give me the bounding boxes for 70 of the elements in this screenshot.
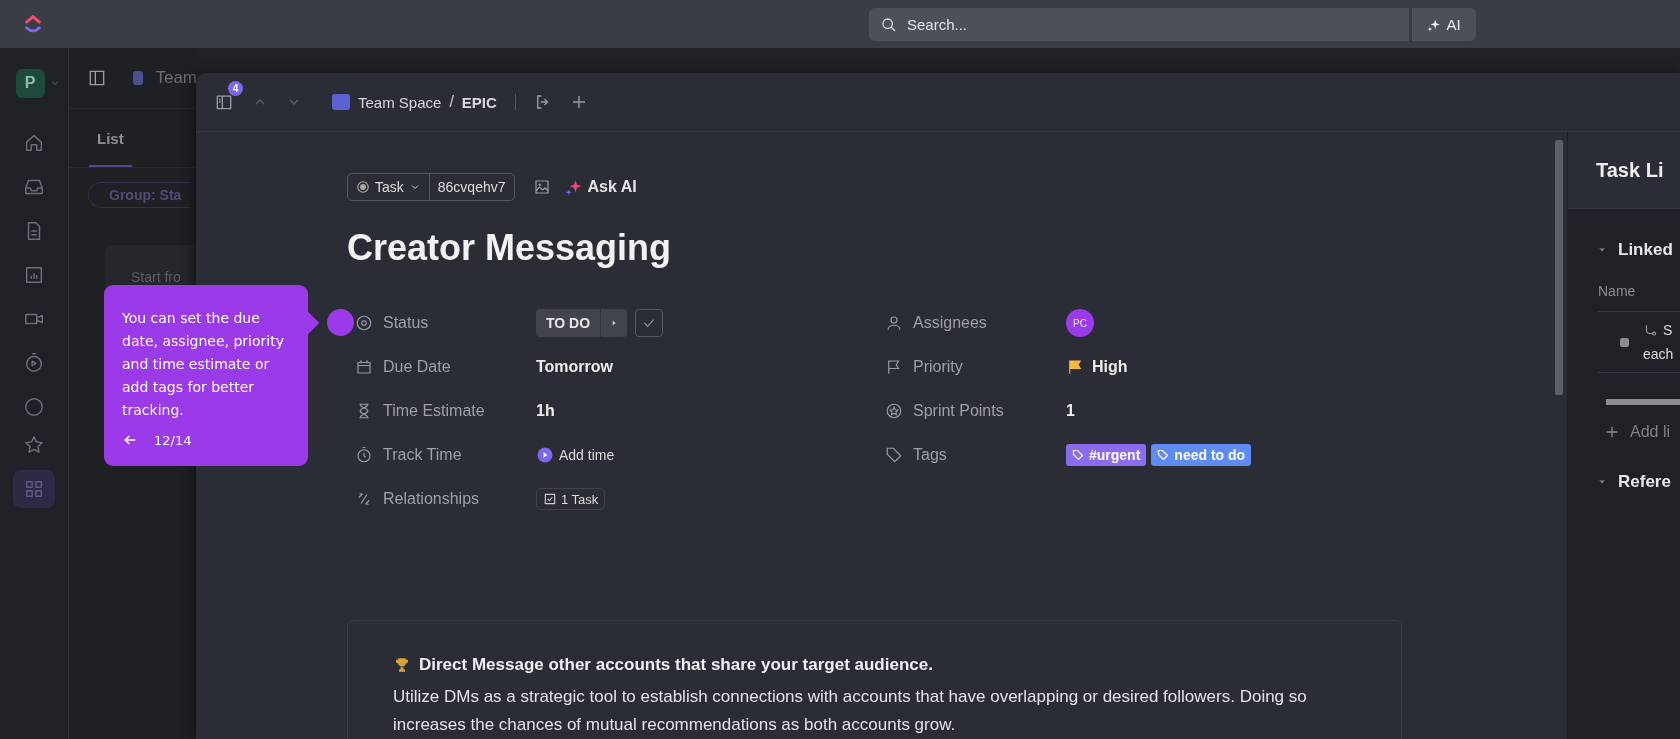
stopwatch-icon xyxy=(355,446,373,464)
tooltip-text: You can set the due date, assignee, priority and time estimate or add tags for better tracking. xyxy=(122,309,285,420)
breadcrumb-separator: / xyxy=(449,93,454,111)
tag-icon xyxy=(1157,449,1170,461)
play-icon xyxy=(536,446,554,464)
task-id-button[interactable]: 86cvqehv7 xyxy=(429,174,514,200)
field-label: Time Estimate xyxy=(383,402,486,420)
breadcrumb-link[interactable]: EPIC xyxy=(461,93,497,111)
card-text: Start fro xyxy=(130,268,182,285)
ask-ai-button[interactable]: Ask AI xyxy=(564,178,637,196)
square-icon xyxy=(1620,337,1629,347)
status-pill[interactable]: TO DO xyxy=(536,309,628,337)
field-label: Due Date xyxy=(383,358,452,376)
sidebar-grid-icon[interactable] xyxy=(13,470,55,508)
column-header: Name xyxy=(1598,283,1680,312)
mark-complete-button[interactable] xyxy=(635,309,664,337)
description-text: Utilize DMs as a strategic tool to establish connections with accounts that have overlapping or desired followers. Doing so increases the chances of mutual recommendations as both accounts grow. xyxy=(393,686,1308,736)
radio-dot-icon xyxy=(356,180,370,194)
sidebar-toggle-icon[interactable] xyxy=(87,68,107,88)
list-tab[interactable]: List xyxy=(89,130,132,167)
target-icon xyxy=(355,314,373,332)
linked-task-text[interactable]: S xyxy=(1663,322,1673,338)
caret-down-icon[interactable] xyxy=(1598,246,1606,254)
description-heading: Direct Message other accounts that share your target audience. xyxy=(419,655,933,675)
caret-down-icon[interactable] xyxy=(1598,478,1606,486)
flag-icon xyxy=(885,358,903,376)
step-counter: 12/14 xyxy=(154,432,192,448)
flag-icon xyxy=(1066,358,1084,376)
field-label: Sprint Points xyxy=(913,402,1005,420)
field-value[interactable]: 1h xyxy=(536,402,555,420)
count-badge: 4 xyxy=(228,81,243,96)
assignee-avatar[interactable]: PC xyxy=(1066,309,1094,337)
relationship-chip[interactable]: 1 Task xyxy=(536,488,606,510)
breadcrumb-link[interactable]: Team Space xyxy=(358,93,442,111)
section-heading[interactable]: Refere xyxy=(1618,472,1671,492)
field-label: Tags xyxy=(913,446,948,464)
image-icon[interactable] xyxy=(532,178,551,196)
horizontal-scrollbar[interactable] xyxy=(1606,399,1680,405)
task-type-button[interactable]: Task xyxy=(348,174,430,200)
scrollbar-thumb[interactable] xyxy=(1555,140,1563,395)
linked-task-text[interactable]: each xyxy=(1643,346,1674,362)
route-icon xyxy=(1643,323,1657,337)
search-input[interactable]: Search... xyxy=(905,15,1349,34)
tag-chip[interactable]: #urgent xyxy=(1066,444,1147,466)
add-link-button[interactable]: Add li xyxy=(1598,423,1671,441)
priority-value[interactable]: High xyxy=(1092,358,1128,376)
ai-button[interactable]: AI xyxy=(1412,8,1476,41)
field-label: Priority xyxy=(913,358,964,376)
field-label: Status xyxy=(383,314,430,332)
search-icon xyxy=(881,16,897,33)
field-value[interactable]: Tomorrow xyxy=(536,358,614,376)
section-heading[interactable]: Linked xyxy=(1618,240,1673,260)
tag-icon xyxy=(1072,449,1084,461)
field-label: Assignees xyxy=(913,314,988,332)
trophy-icon xyxy=(393,656,411,674)
sparkle-icon xyxy=(564,178,583,196)
person-icon xyxy=(885,314,903,332)
task-title[interactable]: Creator Messaging xyxy=(347,227,1515,269)
tag-icon xyxy=(885,446,903,464)
field-label: Relationships xyxy=(383,490,481,508)
add-time-button[interactable]: Add time xyxy=(536,446,615,464)
app-logo-icon[interactable] xyxy=(22,13,44,35)
field-value[interactable]: 1 xyxy=(1066,402,1075,420)
field-label: Track Time xyxy=(383,446,463,464)
search-field[interactable]: Search... xyxy=(869,8,1409,41)
workspace-avatar[interactable]: P xyxy=(15,68,45,98)
checkbox-icon xyxy=(543,492,557,506)
plus-icon xyxy=(1604,424,1620,440)
star-badge-icon xyxy=(885,402,903,420)
calendar-icon xyxy=(355,358,373,376)
